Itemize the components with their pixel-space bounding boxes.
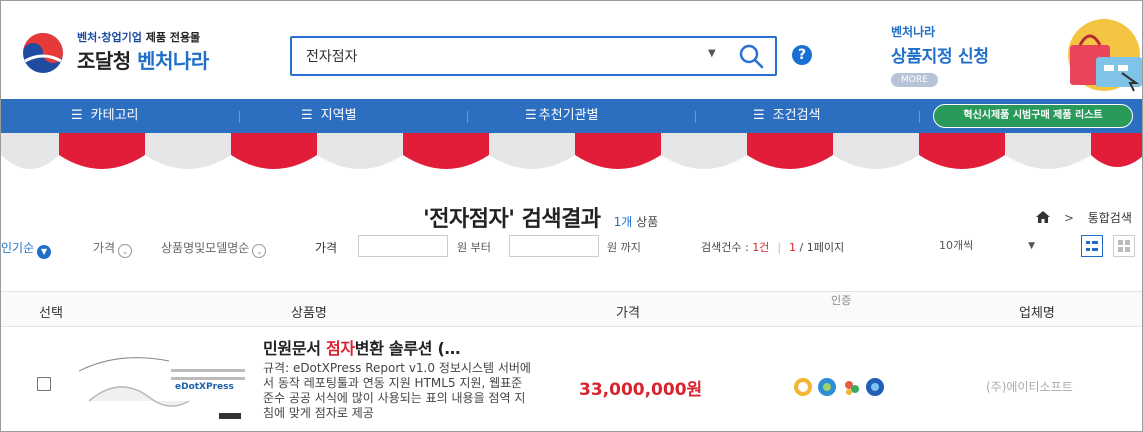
nav-divider bbox=[467, 111, 468, 123]
awning-decoration bbox=[1, 133, 1142, 183]
thumbnail-brand: eDotXPress bbox=[175, 382, 234, 392]
flower-badge-icon bbox=[845, 381, 859, 395]
chevron-down-icon: ⌄ bbox=[252, 244, 267, 258]
nav-divider bbox=[239, 111, 240, 123]
sort-name-model[interactable]: 상품명및모델명순 ⌄ bbox=[161, 239, 267, 258]
help-icon[interactable]: ? bbox=[792, 45, 812, 65]
col-select: 선택 bbox=[39, 306, 63, 321]
breadcrumb-current[interactable]: 통합검색 bbox=[1088, 211, 1132, 225]
chevron-down-icon: ▼ bbox=[1028, 241, 1035, 251]
nav-agency[interactable]: ☰ 추천기관별 bbox=[525, 99, 598, 133]
certification-badges bbox=[794, 378, 884, 396]
table-header: 선택 상품명 가격 인증 업체명 bbox=[1, 291, 1142, 327]
home-icon[interactable] bbox=[1036, 211, 1050, 223]
vendor-name[interactable]: (주)에이티소프트 bbox=[986, 378, 1073, 395]
promo-more-button[interactable]: MORE bbox=[891, 73, 938, 87]
product-description: 규격: eDotXPress Report v1.0 정보시스템 서버에서 동작… bbox=[263, 361, 531, 420]
cert-badge-icon bbox=[794, 378, 812, 396]
result-count-pagination: 검색건수 : 1건 | 1 / 1페이지 bbox=[701, 241, 845, 254]
product-price: 33,000,000원 bbox=[579, 380, 703, 400]
result-query-title: '전자점자' 검색결과 bbox=[423, 207, 601, 232]
product-thumbnail[interactable]: eDotXPress bbox=[79, 341, 249, 427]
chevron-down-icon: ▼ bbox=[37, 245, 52, 259]
col-product-name: 상품명 bbox=[291, 306, 327, 321]
site-logo[interactable]: 벤처·창업기업 제품 전용몰 조달청 벤처나라 bbox=[21, 29, 271, 79]
result-title: '전자점자' 검색결과 1개 상품 bbox=[423, 201, 658, 233]
menu-icon: ☰ bbox=[71, 108, 83, 123]
col-certification: 인증 bbox=[831, 294, 852, 307]
search-bar: ▼ bbox=[290, 36, 777, 76]
price-to-label: 원 까지 bbox=[607, 241, 641, 254]
price-min-input[interactable] bbox=[358, 235, 448, 257]
chevron-down-icon: ⌄ bbox=[118, 244, 133, 258]
col-price: 가격 bbox=[616, 306, 640, 321]
price-label: 가격 bbox=[315, 241, 338, 255]
nav-divider bbox=[695, 111, 696, 123]
promo-small-text: 벤처나라 bbox=[891, 25, 936, 39]
venture-badge-icon bbox=[866, 378, 884, 396]
logo-subtitle: 벤처·창업기업 제품 전용몰 bbox=[77, 31, 201, 44]
per-page-select[interactable]: 10개씩 ▼ bbox=[939, 235, 1049, 257]
innovation-product-list-button[interactable]: 혁신시제품 시범구매 제품 리스트 bbox=[933, 104, 1133, 128]
list-view-button[interactable] bbox=[1081, 235, 1103, 257]
shopping-bag-icon bbox=[1068, 19, 1142, 92]
search-icon[interactable] bbox=[738, 43, 764, 69]
nav-divider bbox=[919, 111, 920, 123]
taegeuk-logo-icon bbox=[23, 33, 63, 73]
chevron-right-icon: > bbox=[1063, 211, 1074, 225]
price-max-input[interactable] bbox=[509, 235, 599, 257]
filter-bar: 인기순 ▼ 가격 ⌄ 상품명및모델명순 ⌄ 가격 원 부터 원 까지 검색건수 : 1… bbox=[1, 233, 1142, 261]
col-vendor: 업체명 bbox=[1019, 306, 1055, 321]
promo-title: 상품지정 신청 bbox=[891, 47, 989, 67]
promo-banner[interactable]: 벤처나라 상품지정 신청 MORE bbox=[891, 23, 1041, 87]
result-count: 1개 상품 bbox=[613, 215, 659, 229]
row-checkbox[interactable] bbox=[37, 377, 51, 391]
page: 벤처·창업기업 제품 전용몰 조달청 벤처나라 ▼ ? 벤처나라 상품지정 신청… bbox=[0, 0, 1143, 432]
nav-category[interactable]: ☰ 카테고리 bbox=[71, 99, 139, 133]
price-from-label: 원 부터 bbox=[457, 241, 491, 254]
menu-icon: ☰ bbox=[301, 108, 313, 123]
grid-view-icon bbox=[1118, 240, 1130, 252]
list-view-icon bbox=[1086, 241, 1098, 251]
grid-view-button[interactable] bbox=[1113, 235, 1135, 257]
menu-icon: ☰ bbox=[525, 108, 537, 123]
logo-title: 조달청 벤처나라 bbox=[77, 49, 209, 73]
menu-icon: ☰ bbox=[753, 108, 765, 123]
sort-popular[interactable]: 인기순 ▼ bbox=[1, 239, 52, 259]
nav-region[interactable]: ☰ 지역별 bbox=[301, 99, 357, 133]
breadcrumb: > 통합검색 bbox=[1036, 209, 1132, 226]
search-dropdown-icon[interactable]: ▼ bbox=[708, 48, 716, 59]
table-row: eDotXPress 민원문서 점자변환 솔루션 (… 규격: eDotXPre… bbox=[1, 327, 1142, 431]
sort-price[interactable]: 가격 ⌄ bbox=[93, 239, 133, 258]
startup-badge-icon bbox=[818, 378, 836, 396]
main-nav: ☰ 카테고리 ☰ 지역별 ☰ 추천기관별 ☰ 조건검색 혁신시제품 시범구매 제품 리스… bbox=[1, 99, 1142, 133]
nav-condition-search[interactable]: ☰ 조건검색 bbox=[753, 99, 821, 133]
search-input[interactable] bbox=[306, 45, 686, 67]
product-name-link[interactable]: 민원문서 점자변환 솔루션 (… bbox=[263, 335, 460, 359]
header: 벤처·창업기업 제품 전용몰 조달청 벤처나라 ▼ ? 벤처나라 상품지정 신청… bbox=[1, 1, 1142, 99]
